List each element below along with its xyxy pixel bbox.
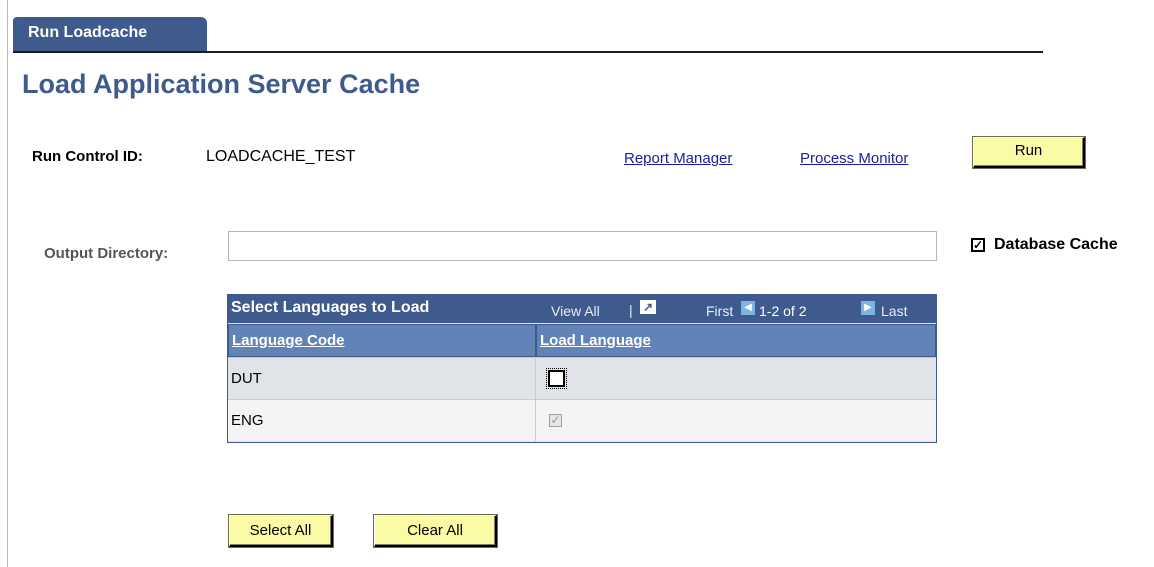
languages-grid: Select Languages to Load View All | ↗ Fi… bbox=[227, 294, 937, 443]
run-button[interactable]: Run bbox=[973, 137, 1085, 168]
database-cache-label: Database Cache bbox=[994, 236, 1118, 253]
process-monitor-link[interactable]: Process Monitor bbox=[800, 150, 908, 167]
output-directory-label: Output Directory: bbox=[44, 245, 169, 262]
report-manager-link[interactable]: Report Manager bbox=[624, 150, 732, 167]
grid-nav-separator: | bbox=[629, 302, 633, 318]
tab-underline bbox=[13, 51, 1043, 53]
load-language-checkbox-disabled: ✓ bbox=[549, 413, 562, 427]
output-directory-input[interactable] bbox=[228, 231, 937, 261]
last-link[interactable]: Last bbox=[881, 303, 907, 319]
select-all-button[interactable]: Select All bbox=[229, 515, 333, 547]
clear-all-button[interactable]: Clear All bbox=[374, 515, 497, 547]
column-header-label: Load Language bbox=[540, 332, 651, 349]
first-link[interactable]: First bbox=[706, 303, 733, 319]
zoom-grid-icon[interactable]: ↗ bbox=[640, 300, 656, 314]
column-header-label: Language Code bbox=[232, 332, 345, 349]
column-divider bbox=[535, 358, 536, 399]
grid-title: Select Languages to Load bbox=[231, 299, 430, 316]
database-cache-checkbox[interactable]: ✓ bbox=[971, 238, 985, 252]
grid-header: Select Languages to Load View All | ↗ Fi… bbox=[228, 295, 936, 323]
language-code-cell: DUT bbox=[231, 370, 262, 387]
column-header-load-language[interactable]: Load Language bbox=[536, 324, 936, 357]
next-arrow-icon[interactable]: ▶ bbox=[861, 301, 875, 315]
tab-run-loadcache[interactable]: Run Loadcache bbox=[13, 17, 207, 52]
run-control-id-label: Run Control ID: bbox=[32, 148, 143, 165]
run-control-id-value: LOADCACHE_TEST bbox=[206, 148, 356, 165]
column-divider bbox=[535, 400, 536, 441]
page-title: Load Application Server Cache bbox=[22, 69, 421, 99]
page-left-border bbox=[7, 0, 8, 567]
load-language-checkbox[interactable] bbox=[546, 368, 567, 389]
table-row: ENG ✓ bbox=[228, 399, 936, 441]
previous-arrow-icon[interactable]: ◀ bbox=[741, 301, 755, 315]
language-code-cell: ENG bbox=[231, 412, 264, 429]
view-all-link[interactable]: View All bbox=[551, 303, 600, 319]
column-header-language-code[interactable]: Language Code bbox=[228, 324, 536, 357]
table-row: DUT bbox=[228, 357, 936, 399]
row-range-label: 1-2 of 2 bbox=[759, 303, 807, 319]
